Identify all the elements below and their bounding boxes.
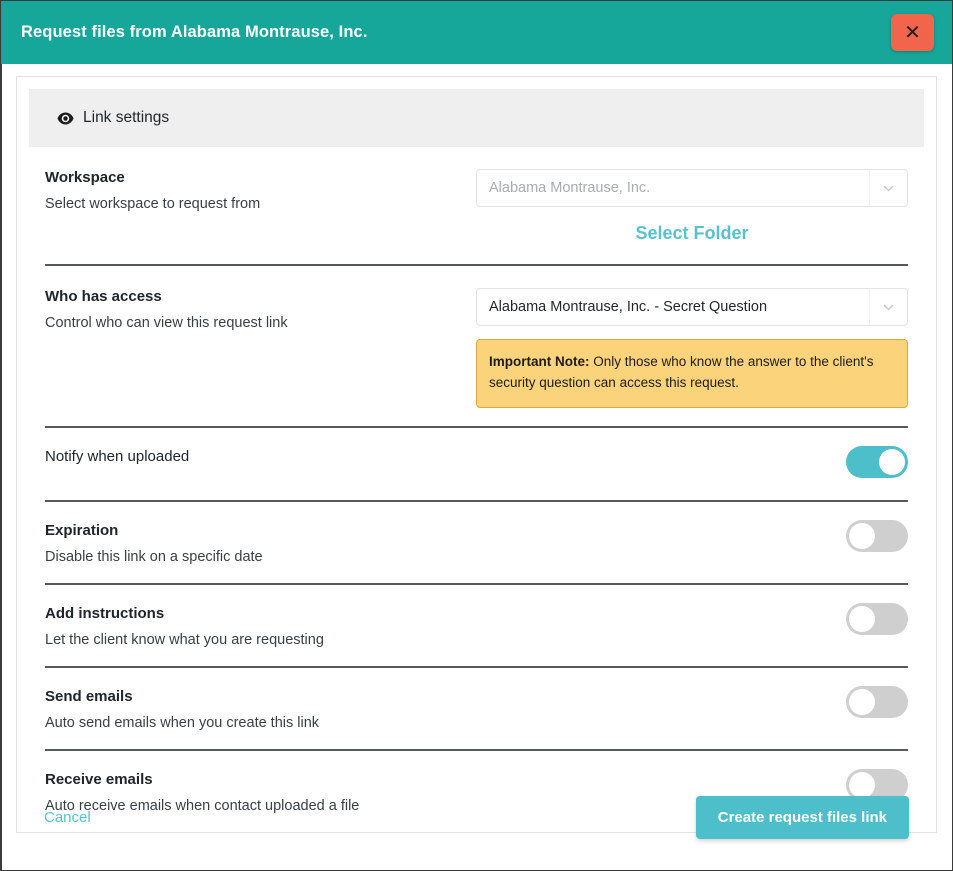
workspace-controls: Alabama Montrause, Inc. Select Folder [476, 169, 908, 246]
toggle-row-add-instructions: Add instructions Let the client know what… [45, 585, 908, 666]
toggle-row-send-emails: Send emails Auto send emails when you cre… [45, 668, 908, 749]
create-request-files-link-button[interactable]: Create request files link [696, 796, 909, 839]
access-subtitle: Control who can view this request link [45, 315, 476, 331]
add-instructions-subtitle: Let the client know what you are request… [45, 632, 324, 648]
select-folder-wrap: Select Folder [476, 207, 908, 246]
toggle-knob [849, 689, 875, 715]
expiration-subtitle: Disable this link on a specific date [45, 549, 263, 565]
add-instructions-title: Add instructions [45, 605, 324, 622]
link-settings-panel: Link settings Workspace Select workspace… [16, 76, 937, 833]
cancel-button[interactable]: Cancel [44, 809, 91, 826]
send-emails-labels: Send emails Auto send emails when you cre… [45, 686, 319, 731]
window-left-edge [1, 64, 2, 870]
toggle-knob [849, 606, 875, 632]
workspace-select[interactable]: Alabama Montrause, Inc. [476, 169, 908, 207]
notify-when-uploaded-title: Notify when uploaded [45, 448, 189, 465]
request-files-dialog: Request files from Alabama Montrause, In… [0, 0, 953, 871]
workspace-subtitle: Select workspace to request from [45, 196, 476, 212]
send-emails-toggle[interactable] [846, 686, 908, 718]
who-has-access-row: Who has access Control who can view this… [45, 266, 908, 426]
access-select-value: Alabama Montrause, Inc. - Secret Questio… [489, 299, 767, 315]
send-emails-title: Send emails [45, 688, 319, 705]
close-icon: ✕ [904, 23, 921, 43]
send-emails-subtitle: Auto send emails when you create this li… [45, 715, 319, 731]
access-title: Who has access [45, 288, 476, 305]
workspace-labels: Workspace Select workspace to request fr… [45, 169, 476, 212]
eye-icon [57, 110, 74, 127]
chevron-down-icon [869, 289, 907, 325]
access-labels: Who has access Control who can view this… [45, 288, 476, 331]
workspace-row: Workspace Select workspace to request fr… [45, 147, 908, 264]
expiration-toggle[interactable] [846, 520, 908, 552]
toggle-row-expiration: Expiration Disable this link on a specifi… [45, 502, 908, 583]
toggle-list: Notify when uploaded Expiration Disable th… [45, 428, 908, 832]
add-instructions-labels: Add instructions Let the client know what… [45, 603, 324, 648]
important-note: Important Note: Only those who know the … [476, 339, 908, 408]
dialog-body: Link settings Workspace Select workspace… [1, 64, 952, 833]
dialog-titlebar: Request files from Alabama Montrause, In… [1, 1, 952, 64]
access-controls: Alabama Montrause, Inc. - Secret Questio… [476, 288, 908, 408]
toggle-knob [849, 523, 875, 549]
expiration-title: Expiration [45, 522, 263, 539]
link-settings-header: Link settings [29, 89, 924, 147]
workspace-title: Workspace [45, 169, 476, 186]
toggle-row-notify-when-uploaded: Notify when uploaded [45, 428, 908, 500]
dialog-title: Request files from Alabama Montrause, In… [21, 23, 368, 42]
workspace-select-value: Alabama Montrause, Inc. [489, 180, 650, 196]
panel-content: Workspace Select workspace to request fr… [17, 147, 936, 832]
chevron-down-icon [869, 170, 907, 206]
notify-when-uploaded-toggle[interactable] [846, 446, 908, 478]
access-select[interactable]: Alabama Montrause, Inc. - Secret Questio… [476, 288, 908, 326]
add-instructions-toggle[interactable] [846, 603, 908, 635]
link-settings-title: Link settings [83, 109, 169, 127]
notify-when-uploaded-labels: Notify when uploaded [45, 446, 189, 475]
expiration-labels: Expiration Disable this link on a specifi… [45, 520, 263, 565]
toggle-knob [879, 449, 905, 475]
dialog-footer: Cancel Create request files link [16, 779, 937, 855]
important-note-label: Important Note: [489, 354, 590, 369]
close-button[interactable]: ✕ [891, 14, 934, 51]
select-folder-link[interactable]: Select Folder [635, 223, 748, 243]
